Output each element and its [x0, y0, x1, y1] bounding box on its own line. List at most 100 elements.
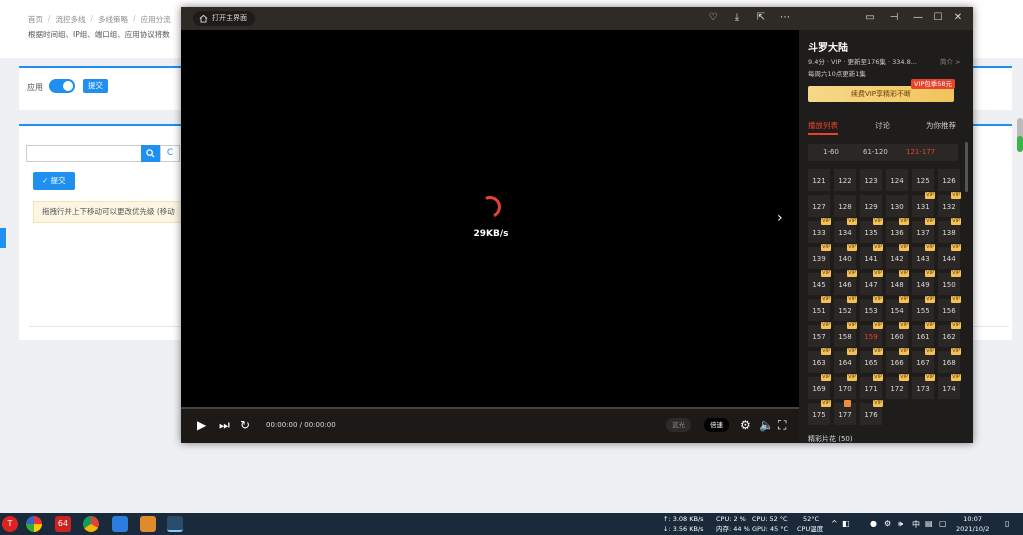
chrome-icon[interactable] [83, 516, 99, 532]
more-icon[interactable]: ⋯ [778, 11, 792, 25]
episode-button[interactable]: 138 VIP [938, 218, 961, 243]
pin-icon[interactable]: ⊣ [887, 11, 901, 25]
highlights-label[interactable]: 精彩片花 (50) [808, 434, 853, 444]
episode-button[interactable]: 160 VIP [886, 322, 909, 347]
episode-button[interactable]: 171 VIP [860, 374, 883, 399]
episode-button[interactable]: 129 [860, 195, 882, 217]
episode-button[interactable]: 159 VIP [860, 322, 883, 347]
loop-icon[interactable]: ↻ [240, 418, 250, 432]
episode-button[interactable]: 127 [808, 195, 830, 217]
submit-small-button[interactable]: 提交 [83, 79, 108, 93]
episode-button[interactable]: 155 VIP [912, 296, 935, 321]
episode-button[interactable]: 176 VIP [860, 400, 883, 425]
episode-button[interactable]: 142 VIP [886, 244, 909, 269]
breadcrumb-item[interactable]: 流控多线 [56, 14, 86, 25]
episode-button[interactable]: 131 VIP [912, 192, 935, 217]
episode-button[interactable]: 167 VIP [912, 348, 935, 373]
episode-button[interactable]: 151 VIP [808, 296, 831, 321]
episode-button[interactable]: 145 VIP [808, 270, 831, 295]
breadcrumb-item[interactable]: 首页 [28, 14, 43, 25]
side-tab[interactable] [0, 228, 6, 248]
episode-button[interactable]: 135 VIP [860, 218, 883, 243]
maximize-icon[interactable]: ☐ [931, 11, 945, 25]
tab-recommend[interactable]: 为你推荐 [926, 120, 956, 131]
episode-button[interactable]: 124 [886, 169, 908, 191]
minimize-icon[interactable]: — [911, 11, 925, 25]
mini-mode-icon[interactable]: ▭ [863, 11, 877, 25]
episode-button[interactable]: 149 VIP [912, 270, 935, 295]
volume-icon[interactable]: 🔈 [759, 418, 774, 432]
episode-button[interactable]: 173 VIP [912, 374, 935, 399]
episode-button[interactable]: 136 VIP [886, 218, 909, 243]
play-icon[interactable]: ▶ [197, 418, 206, 432]
tray-app-icon[interactable]: ◧ [842, 519, 850, 528]
close-icon[interactable]: ✕ [951, 11, 965, 25]
episode-button[interactable]: 144 VIP [938, 244, 961, 269]
breadcrumb-item[interactable]: 多线策略 [98, 14, 128, 25]
episode-button[interactable]: 175 VIP [808, 400, 831, 425]
episode-button[interactable]: 174 VIP [938, 374, 961, 399]
episode-button[interactable]: 168 VIP [938, 348, 961, 373]
episode-button[interactable]: 128 [834, 195, 856, 217]
download-icon[interactable]: ⤓ [730, 11, 744, 25]
episode-button[interactable]: 121 [808, 169, 830, 191]
video-area[interactable]: 29KB/s › [181, 30, 799, 415]
notification-icon[interactable]: ▯ [1005, 519, 1009, 528]
app-toggle[interactable] [49, 79, 75, 93]
ime-language[interactable]: 中 [912, 519, 920, 530]
episode-button[interactable]: 150 VIP [938, 270, 961, 295]
episode-button[interactable]: 161 VIP [912, 322, 935, 347]
video-app-icon[interactable] [167, 516, 183, 532]
progress-bar[interactable] [181, 407, 799, 409]
tab-discussion[interactable]: 讨论 [875, 120, 890, 131]
search-button[interactable] [141, 145, 160, 162]
episode-list-scrollbar[interactable] [965, 142, 968, 192]
episode-button[interactable]: 133 VIP [808, 218, 831, 243]
episode-button[interactable]: 172 VIP [886, 374, 909, 399]
episode-button[interactable]: 156 VIP [938, 296, 961, 321]
range-1-60[interactable]: 1-60 [823, 148, 839, 156]
episode-button[interactable]: 122 [834, 169, 856, 191]
episode-button[interactable]: 147 VIP [860, 270, 883, 295]
taskbar-app-t[interactable]: T [2, 516, 18, 532]
episode-button[interactable]: 158 VIP [834, 322, 857, 347]
episode-button[interactable]: 153 VIP [860, 296, 883, 321]
episode-button[interactable]: 123 [860, 169, 882, 191]
episode-button[interactable]: 152 VIP [834, 296, 857, 321]
episode-button[interactable]: 126 [938, 169, 960, 191]
episode-button[interactable]: 130 [886, 195, 908, 217]
episode-button[interactable]: 169 VIP [808, 374, 831, 399]
share-icon[interactable]: ⇱ [754, 11, 768, 25]
game-app-icon[interactable] [140, 516, 156, 532]
chevron-up-icon[interactable]: ^ [831, 519, 838, 528]
clock[interactable]: 10:07 2021/10/2 [956, 514, 989, 534]
episode-button[interactable]: 125 [912, 169, 934, 191]
episode-button[interactable]: 140 VIP [834, 244, 857, 269]
next-episode-icon[interactable]: ⏭ [219, 418, 230, 433]
episode-button[interactable]: 141 VIP [860, 244, 883, 269]
volume-tray-icon[interactable]: 🕪 [898, 519, 903, 529]
taskbar-app-64[interactable]: 64 [55, 516, 71, 532]
message-icon[interactable]: ▢ [939, 519, 947, 528]
fullscreen-icon[interactable]: ⛶ [778, 418, 786, 433]
photos-app-icon[interactable] [26, 516, 42, 532]
episode-button[interactable]: 157 VIP [808, 322, 831, 347]
episode-button[interactable]: 146 VIP [834, 270, 857, 295]
episode-button[interactable]: 148 VIP [886, 270, 909, 295]
episode-button[interactable]: 162 VIP [938, 322, 961, 347]
episode-button[interactable]: 143 VIP [912, 244, 935, 269]
synopsis-link[interactable]: 简介 > [940, 56, 961, 66]
episode-button[interactable]: 163 VIP [808, 348, 831, 373]
network-icon[interactable]: ⚙ [884, 519, 891, 528]
open-home-button[interactable]: 打开主界面 [193, 11, 255, 26]
reset-button[interactable]: C [160, 145, 180, 162]
playback-speed-button[interactable]: 倍速 [704, 418, 729, 432]
episode-button[interactable]: 164 VIP [834, 348, 857, 373]
range-61-120[interactable]: 61-120 [863, 148, 888, 156]
episode-button[interactable]: 165 VIP [860, 348, 883, 373]
submit-button[interactable]: ✓ 提交 [33, 172, 75, 190]
episode-button[interactable]: 139 VIP [808, 244, 831, 269]
range-121-177[interactable]: 121-177 [906, 148, 935, 156]
notes-icon[interactable]: ▤ [925, 519, 933, 528]
heart-add-icon[interactable]: ♡ [706, 11, 720, 25]
